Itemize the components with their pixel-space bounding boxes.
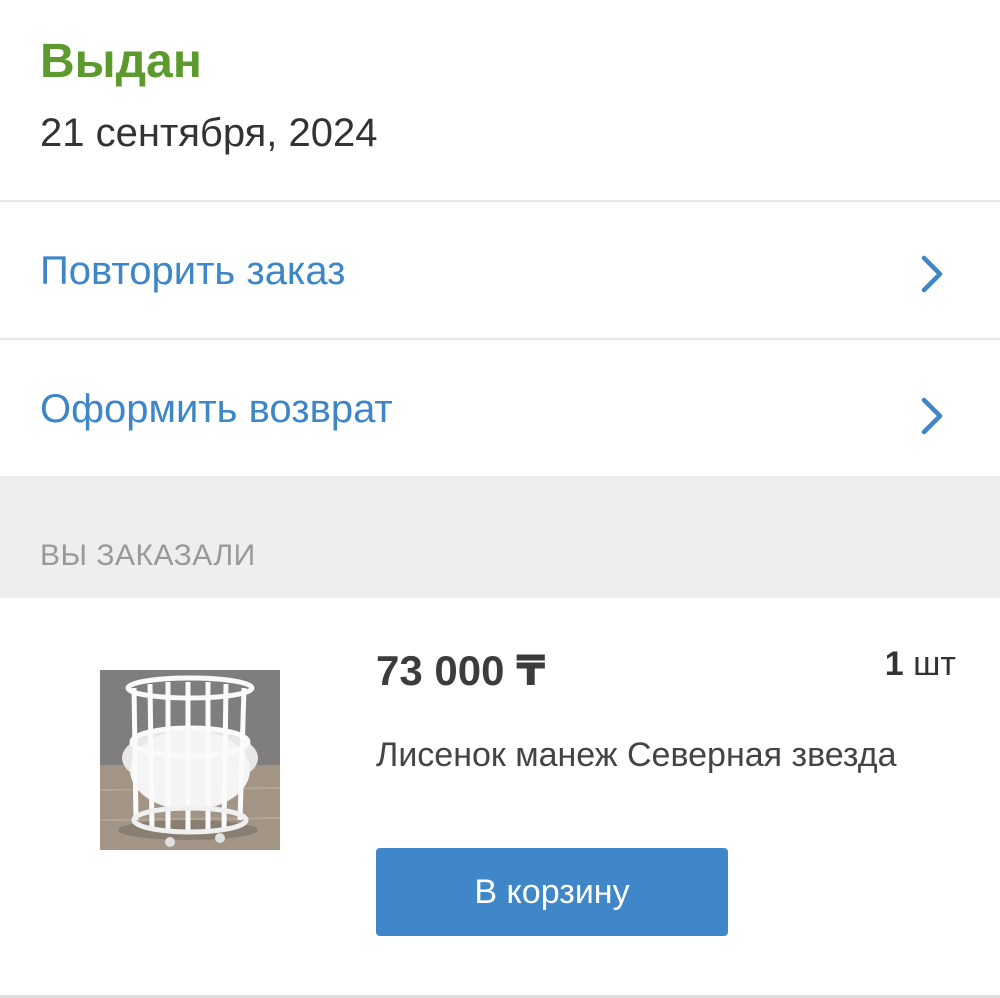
- round-crib-photo: [100, 670, 280, 850]
- ordered-section-header: ВЫ ЗАКАЗАЛИ: [0, 476, 1000, 598]
- return-order-row[interactable]: Оформить возврат: [0, 340, 1000, 476]
- product-quantity: 1 шт: [885, 644, 956, 684]
- add-to-cart-button[interactable]: В корзину: [376, 848, 728, 936]
- order-status: Выдан: [40, 35, 202, 88]
- order-status-block: Выдан 21 сентября, 2024: [0, 0, 1000, 200]
- product-card: 73 000 ₸ 1 шт Лисенок манеж Северная зве…: [0, 598, 1000, 996]
- return-order-label: Оформить возврат: [40, 387, 393, 431]
- product-image[interactable]: [100, 670, 280, 850]
- chevron-right-icon: [921, 397, 943, 435]
- quantity-number: 1: [884, 645, 904, 683]
- chevron-right-icon: [921, 255, 943, 293]
- ordered-section-title: ВЫ ЗАКАЗАЛИ: [40, 539, 256, 572]
- product-price: 73 000 ₸: [376, 647, 546, 694]
- repeat-order-row[interactable]: Повторить заказ: [0, 202, 1000, 338]
- order-details-page: Выдан 21 сентября, 2024 Повторить заказ …: [0, 0, 1000, 998]
- quantity-unit: шт: [913, 645, 956, 683]
- repeat-order-label: Повторить заказ: [40, 249, 346, 293]
- product-name[interactable]: Лисенок манеж Северная звезда: [376, 734, 936, 776]
- order-date: 21 сентября, 2024: [40, 111, 378, 155]
